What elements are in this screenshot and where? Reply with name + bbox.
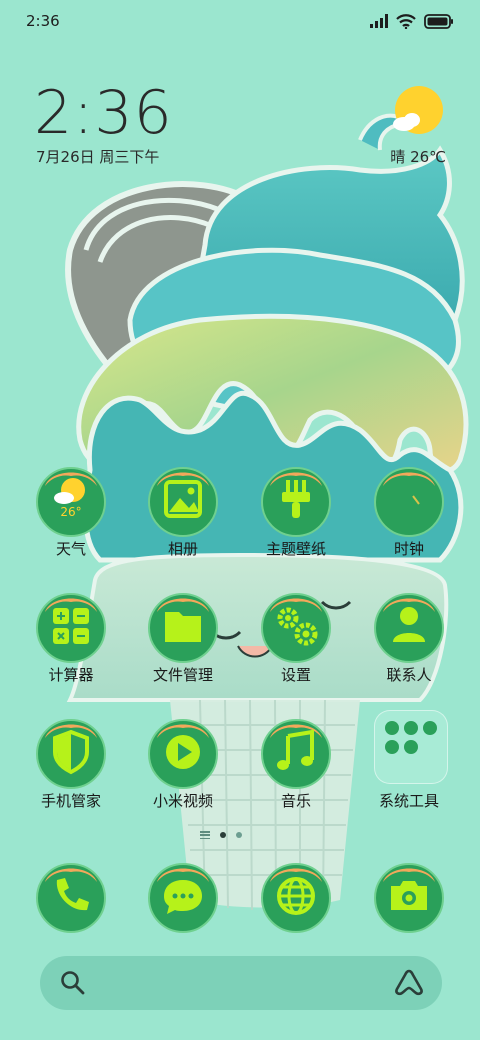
app-file-manager[interactable]: 文件管理 — [128, 586, 238, 706]
calculator-icon — [36, 593, 106, 663]
folder-system-tools-icon[interactable] — [374, 710, 448, 784]
video-icon — [148, 719, 218, 789]
app-themes[interactable]: 主题壁纸 — [241, 460, 351, 580]
folder-mini-icon — [385, 721, 399, 735]
app-clock[interactable]: 时钟 — [354, 460, 464, 580]
app-label: 系统工具 — [378, 792, 439, 810]
weather-summary[interactable]: 晴 26℃ — [390, 146, 446, 167]
app-contacts[interactable]: 联系人 — [354, 586, 464, 706]
themes-icon — [261, 467, 331, 537]
folder-mini-icon — [404, 740, 418, 754]
camera-icon — [374, 863, 444, 933]
browser-icon — [261, 863, 331, 933]
page-list-icon — [200, 831, 210, 839]
signal-icon — [370, 14, 388, 28]
app-label: 计算器 — [48, 666, 94, 684]
app-music[interactable]: 音乐 — [241, 712, 351, 832]
page-indicator[interactable] — [200, 830, 260, 840]
folder-mini-icon — [423, 721, 437, 735]
folder-mini-icon — [404, 721, 418, 735]
app-security[interactable]: 手机管家 — [16, 712, 126, 832]
wifi-icon — [396, 13, 416, 29]
app-label: 音乐 — [280, 792, 311, 810]
status-bar: 2:36 — [0, 0, 480, 40]
status-icons — [370, 12, 454, 30]
weather-icon: 26° — [36, 467, 106, 537]
folder-mini-icon — [385, 740, 399, 754]
music-icon — [261, 719, 331, 789]
dock-browser[interactable] — [241, 856, 351, 936]
app-mi-video[interactable]: 小米视频 — [128, 712, 238, 832]
page-dot-active — [220, 832, 226, 838]
app-calculator[interactable]: 计算器 — [16, 586, 126, 706]
messages-icon — [148, 863, 218, 933]
app-label: 相册 — [167, 540, 198, 558]
folder-icon — [148, 593, 218, 663]
contacts-icon — [374, 593, 444, 663]
app-gallery[interactable]: 相册 — [128, 460, 238, 580]
search-bar[interactable] — [40, 956, 442, 1010]
app-label: 小米视频 — [152, 792, 213, 810]
dock-camera[interactable] — [354, 856, 464, 936]
dock-messages[interactable] — [128, 856, 238, 936]
weather-temp: 26° — [60, 505, 81, 519]
settings-icon — [261, 593, 331, 663]
app-label: 文件管理 — [152, 666, 213, 684]
sun-cloud-icon[interactable] — [390, 86, 444, 136]
clock-date[interactable]: 7月26日 周三下午 — [36, 146, 159, 167]
assistant-icon[interactable] — [394, 968, 424, 996]
phone-icon — [36, 863, 106, 933]
clock-time[interactable]: 2:36 — [34, 78, 173, 148]
gallery-icon — [148, 467, 218, 537]
dock-phone[interactable] — [16, 856, 126, 936]
page-dot — [236, 832, 242, 838]
app-label: 设置 — [280, 666, 311, 684]
status-time: 2:36 — [26, 12, 60, 30]
search-icon[interactable] — [60, 970, 86, 996]
battery-icon — [424, 13, 453, 29]
app-label: 天气 — [55, 540, 86, 558]
app-label: 手机管家 — [40, 792, 101, 810]
app-weather[interactable]: 26° 天气 — [16, 460, 126, 580]
security-icon — [36, 719, 106, 789]
clock-icon — [374, 467, 444, 537]
app-label: 联系人 — [386, 666, 432, 684]
app-settings[interactable]: 设置 — [241, 586, 351, 706]
app-label: 时钟 — [393, 540, 424, 558]
app-label: 主题壁纸 — [265, 540, 326, 558]
